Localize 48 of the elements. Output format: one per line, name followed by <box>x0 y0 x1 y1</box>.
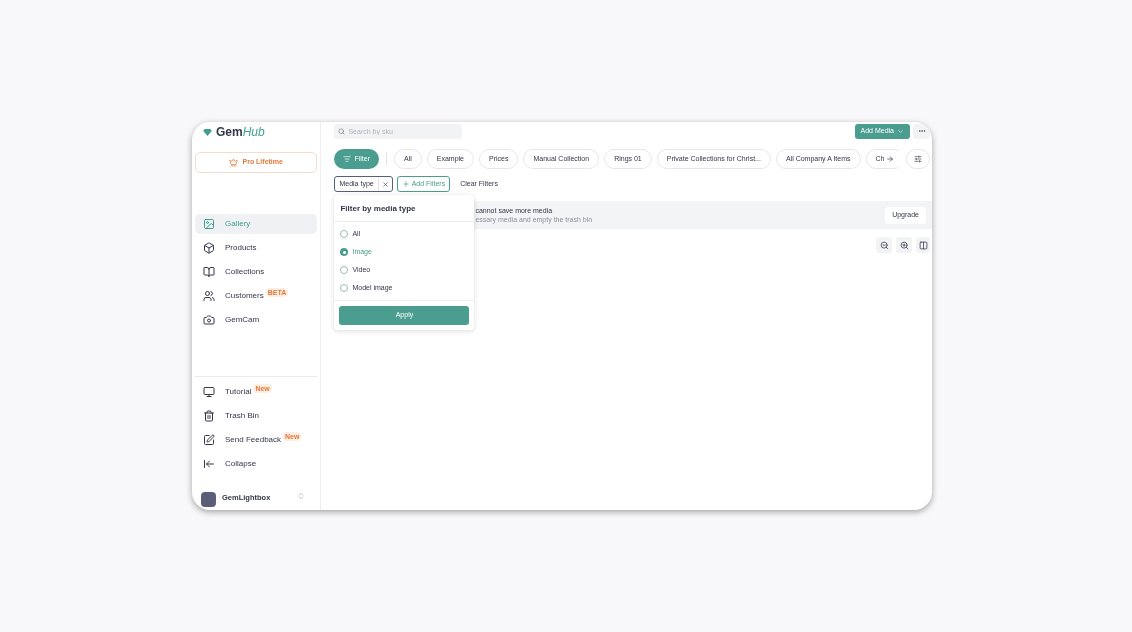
nav-label: Collections <box>225 266 265 278</box>
fit-icon <box>918 240 928 250</box>
nav-label: Tutorial <box>225 386 252 398</box>
chevron-updown-icon <box>297 492 306 500</box>
chevron-down-icon <box>897 127 904 135</box>
fit-button[interactable] <box>916 237 930 253</box>
nav-label: Trash Bin <box>225 410 259 422</box>
zoom-out-button[interactable] <box>876 237 892 253</box>
nav-item[interactable]: Trash Bin <box>195 406 318 426</box>
filter-icon <box>343 155 352 163</box>
nav-item[interactable]: GemCam <box>195 310 318 330</box>
nav-item[interactable]: Collapse <box>195 454 318 474</box>
plus-icon <box>401 180 410 188</box>
arrow-right-icon <box>886 155 895 163</box>
radio-button[interactable] <box>340 266 349 274</box>
nav-label: Collapse <box>225 458 257 470</box>
trash-icon <box>203 410 215 422</box>
nav-item[interactable]: Collections <box>195 262 318 282</box>
edit-icon <box>203 434 215 446</box>
sliders-icon <box>914 155 922 163</box>
diamond-icon <box>203 128 212 136</box>
dropdown-title: Filter by media type <box>334 195 475 222</box>
zoom-in-icon <box>899 240 909 250</box>
collapse-icon <box>203 458 215 470</box>
camera-icon <box>203 314 215 326</box>
search-icon <box>338 127 346 135</box>
zoom-in-button[interactable] <box>896 237 912 253</box>
radio-button[interactable] <box>340 230 349 238</box>
more-button[interactable] <box>913 123 930 139</box>
logo: GemHub <box>216 126 265 138</box>
nav-label: Customers <box>225 290 264 302</box>
image-icon <box>203 218 215 230</box>
nav-label: Gallery <box>225 218 251 230</box>
box-icon <box>203 242 215 254</box>
zoom-out-icon <box>879 240 889 250</box>
workspace-avatar <box>201 492 216 507</box>
radio-button[interactable] <box>340 248 349 256</box>
crown-icon <box>229 158 239 167</box>
users-icon <box>203 290 215 302</box>
nav-item[interactable]: Products <box>195 238 318 258</box>
nav-label: Send Feedback <box>225 434 282 446</box>
nav-label: GemCam <box>225 314 260 326</box>
monitor-icon <box>203 386 215 398</box>
more-icon <box>917 127 926 135</box>
nav-label: Products <box>225 242 257 254</box>
radio-button[interactable] <box>340 284 349 292</box>
close-icon[interactable] <box>381 180 389 188</box>
book-icon <box>203 266 215 278</box>
